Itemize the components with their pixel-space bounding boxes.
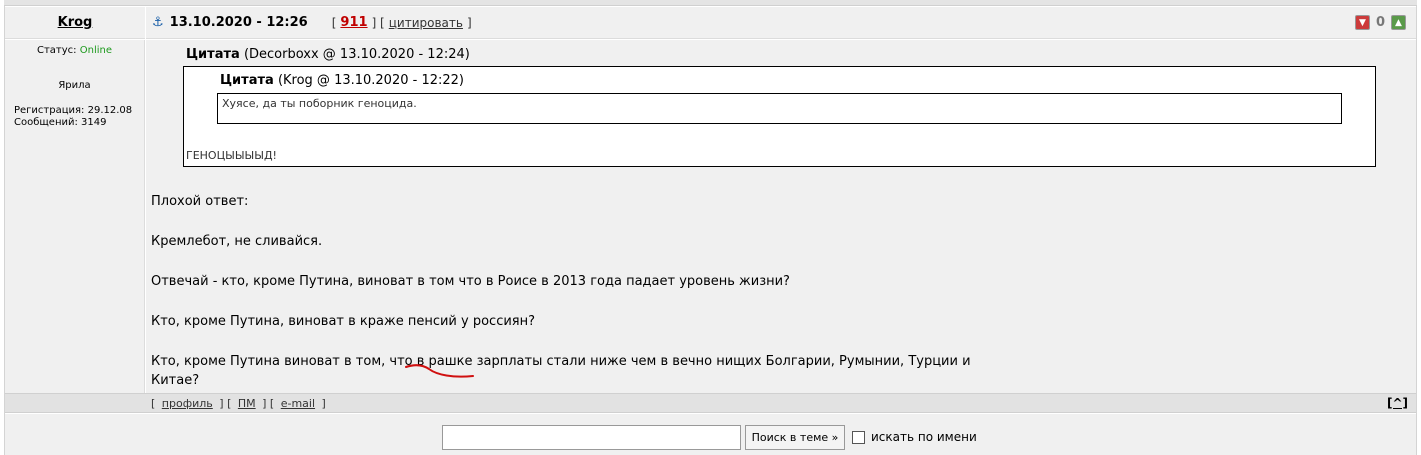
paragraph: Кто, кроме Путина виноват в том, что в р…	[151, 354, 971, 388]
bracket: ]	[321, 397, 326, 410]
user-rank: Ярила	[58, 80, 91, 91]
status-value: Online	[79, 45, 112, 56]
scroll-top-button[interactable]: [^]	[1387, 396, 1408, 410]
outer-quote-meta: (Decorboxx @ 13.10.2020 - 12:24)	[243, 47, 470, 62]
post-text: Плохой ответ: Кремлебот, не сливайся. От…	[151, 192, 991, 411]
thumbs-up-icon[interactable]: ▲	[1391, 15, 1406, 30]
search-button[interactable]: Поиск в теме »	[745, 425, 845, 450]
post-count: Сообщений: 3149	[14, 117, 107, 128]
outer-quote: Цитата (Krog @ 13.10.2020 - 12:22) Хуясе…	[183, 66, 1376, 167]
email-link[interactable]: e-mail	[281, 397, 315, 410]
paragraph: Кремлебот, не сливайся.	[151, 234, 323, 249]
rep-open: [	[331, 15, 337, 30]
topic-search-bar: Поиск в теме » искать по имени	[5, 414, 1416, 455]
registration-date: Регистрация: 29.12.08	[14, 105, 133, 116]
bracket: ] [	[219, 397, 232, 410]
post-header: ⚓ 13.10.2020 - 12:26 [ 911 ] [ цитироват…	[146, 7, 1416, 39]
footer-links: [ профиль ] [ ПМ ] [ e-mail ]	[151, 397, 326, 410]
post-date: 13.10.2020 - 12:26	[169, 15, 308, 30]
paragraph: Отвечай - кто, кроме Путина, виноват в т…	[151, 274, 790, 289]
user-status: Статус: Online	[5, 45, 144, 56]
anchor-icon[interactable]: ⚓	[152, 15, 164, 30]
paragraph: Кто, кроме Путина, виноват в краже пенси…	[151, 314, 536, 329]
author-link[interactable]: Krog	[58, 15, 93, 30]
vote-box: ▼ 0 ▲	[1354, 15, 1406, 30]
inner-quote-label: Цитата	[220, 73, 274, 88]
profile-link[interactable]: профиль	[162, 397, 213, 410]
pm-link[interactable]: ПМ	[238, 397, 256, 410]
thumbs-down-icon[interactable]: ▼	[1354, 15, 1370, 30]
author-header: Krog	[5, 7, 145, 39]
reputation-link[interactable]: 911	[340, 15, 367, 30]
inner-quote-text: Хуясе, да ты поборник геноцида.	[222, 97, 417, 110]
search-by-name-label: искать по имени	[871, 430, 977, 444]
inner-quote: Хуясе, да ты поборник геноцида.	[217, 93, 1342, 124]
vote-count: 0	[1375, 15, 1385, 30]
bracket: ] [	[262, 397, 275, 410]
search-input[interactable]	[442, 425, 741, 450]
outer-quote-header: Цитата (Decorboxx @ 13.10.2020 - 12:24)	[186, 47, 470, 62]
rep-sep: ] [	[371, 15, 385, 30]
status-label: Статус:	[37, 45, 77, 56]
outer-quote-label: Цитата	[186, 47, 240, 62]
search-by-name-checkbox[interactable]	[852, 431, 865, 444]
paragraph: Плохой ответ:	[151, 194, 249, 209]
inner-quote-header: Цитата (Krog @ 13.10.2020 - 12:22)	[220, 73, 464, 88]
post-footer: [ профиль ] [ ПМ ] [ e-mail ] [^]	[5, 393, 1416, 413]
rep-close: ]	[466, 15, 472, 30]
outer-quote-text: ГЕНОЦЫЫЫЫД!	[186, 149, 277, 162]
bracket: [	[151, 397, 156, 410]
post-body: Цитата (Decorboxx @ 13.10.2020 - 12:24) …	[146, 40, 1416, 393]
user-sidebar: Статус: Online Ярила Регистрация: 29.12.…	[5, 40, 145, 393]
quote-button[interactable]: цитировать	[389, 16, 463, 30]
inner-quote-meta: (Krog @ 13.10.2020 - 12:22)	[277, 73, 464, 88]
user-info: Регистрация: 29.12.08 Сообщений: 3149	[5, 105, 144, 129]
top-strip	[4, 0, 1417, 6]
red-underline-mark	[405, 364, 474, 378]
